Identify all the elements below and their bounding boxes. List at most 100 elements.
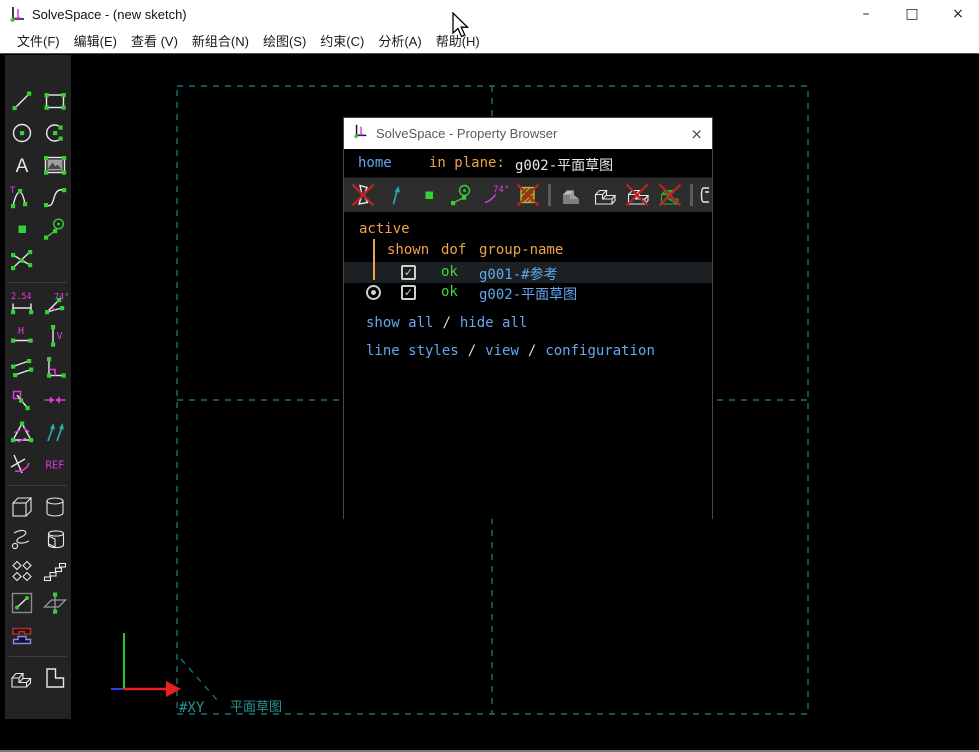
parallel-normals-constraint-icon[interactable] <box>38 416 71 448</box>
construction-entities-icon[interactable] <box>449 182 475 208</box>
point-on-line-constraint-icon[interactable] <box>5 384 38 416</box>
translate-copy-group-icon[interactable] <box>38 555 71 587</box>
mouse-cursor-icon <box>451 12 471 45</box>
constraints-dims-icon[interactable]: 74° <box>482 182 508 208</box>
outlines-hidden-icon[interactable] <box>624 182 650 208</box>
mesh-hidden-icon[interactable] <box>657 182 683 208</box>
property-browser-title: SolveSpace - Property Browser <box>376 126 557 141</box>
view-link[interactable]: view <box>485 343 519 359</box>
text-icon[interactable]: A <box>5 149 38 181</box>
faces-hidden-icon[interactable] <box>515 182 541 208</box>
angle-dimension-icon[interactable]: 74° <box>38 288 71 320</box>
sketch-toolbar: AT 2.5474° H V REF <box>5 55 71 719</box>
menu-group[interactable]: 新组合(N) <box>185 31 256 50</box>
image-icon[interactable] <box>38 149 71 181</box>
view-options-toolbar: 74° <box>344 177 712 212</box>
revolve-group-icon[interactable] <box>38 523 71 555</box>
menu-file[interactable]: 文件(F) <box>10 31 67 50</box>
rectangle-icon[interactable] <box>38 85 71 117</box>
svg-text:REF: REF <box>45 460 64 472</box>
spline-icon[interactable] <box>38 181 71 213</box>
parallel-constraint-icon[interactable] <box>5 352 38 384</box>
points-icon[interactable] <box>416 182 442 208</box>
toolbar-divider <box>690 184 693 206</box>
horizontal-constraint-icon[interactable]: H <box>5 320 38 352</box>
menu-edit[interactable]: 编辑(E) <box>67 31 124 50</box>
rotate-copy-group-icon[interactable] <box>5 555 38 587</box>
circle-icon[interactable] <box>5 117 38 149</box>
property-browser-close-button[interactable]: × <box>690 125 703 143</box>
helix-group-icon[interactable] <box>5 523 38 555</box>
svg-text:V: V <box>56 331 62 342</box>
union-solid-group-icon[interactable] <box>5 662 38 694</box>
distance-dimension-icon[interactable]: 2.54 <box>5 288 38 320</box>
wireframes-hidden-icon[interactable] <box>350 182 376 208</box>
vertical-constraint-icon[interactable]: V <box>38 320 71 352</box>
group-link-g002[interactable]: g002-平面草图 <box>479 284 577 304</box>
tangent-constraint-icon[interactable] <box>5 448 38 480</box>
toolbar-group: 2.5474° H V REF <box>5 288 71 480</box>
normals-icon[interactable] <box>383 182 409 208</box>
show-all-link[interactable]: show all <box>366 315 433 331</box>
menu-constrain[interactable]: 约束(C) <box>313 31 371 50</box>
workplane-label-sketch-plane[interactable]: 平面草图 <box>230 700 282 715</box>
close-button[interactable]: × <box>938 0 978 28</box>
toolbar-group: AT <box>5 85 71 277</box>
toolbar-group <box>5 491 71 651</box>
symmetric-constraint-icon[interactable] <box>38 384 71 416</box>
dof-status: ok <box>441 264 458 280</box>
sketch-shape-group-icon[interactable] <box>38 662 71 694</box>
lathe-group-icon[interactable] <box>38 491 71 523</box>
svg-text:A: A <box>15 156 28 177</box>
extrude-group-icon[interactable] <box>5 491 38 523</box>
shown-checkbox-g001[interactable] <box>401 265 416 280</box>
svg-text:74°: 74° <box>493 185 508 195</box>
toolbar-separator <box>9 485 67 486</box>
menu-sketch[interactable]: 绘图(S) <box>256 31 313 50</box>
maximize-button[interactable]: □ <box>892 0 932 28</box>
shaded-icon[interactable] <box>558 182 584 208</box>
solvespace-logo-icon <box>353 123 369 144</box>
workplane-label-xy[interactable]: #XY <box>179 700 205 716</box>
occluded-partial-icon[interactable] <box>700 182 712 208</box>
svg-text:H: H <box>18 326 24 337</box>
window-title: SolveSpace - (new sketch) <box>32 7 187 22</box>
edges-icon[interactable] <box>591 182 617 208</box>
solvespace-app-window: #XY 平面草图 SolveSpace - (new sketch) – □ ×… <box>0 0 979 752</box>
construction-icon[interactable] <box>38 213 71 245</box>
shown-checkbox-g002[interactable] <box>401 285 416 300</box>
line-styles-link[interactable]: line styles <box>366 343 459 359</box>
active-column-header: active <box>359 221 410 237</box>
reference-dimension-icon[interactable]: REF <box>38 448 71 480</box>
shown-column-header: shown <box>387 242 429 258</box>
equal-constraint-icon[interactable] <box>5 416 38 448</box>
datum-point-icon[interactable] <box>5 213 38 245</box>
bezier-spline-icon[interactable]: T <box>5 181 38 213</box>
group-list: active shown dof group-name ok g001-#参考 … <box>344 212 712 519</box>
home-link[interactable]: home <box>358 155 392 171</box>
minimize-button[interactable]: – <box>846 0 886 28</box>
settings-links: line styles / view / configuration <box>366 343 655 359</box>
workplane-group-icon[interactable] <box>38 587 71 619</box>
active-radio-g002[interactable] <box>366 285 381 300</box>
property-browser-window: SolveSpace - Property Browser × home in … <box>343 117 713 519</box>
perpendicular-constraint-icon[interactable] <box>38 352 71 384</box>
menu-analyze[interactable]: 分析(A) <box>371 31 428 50</box>
svg-text:T: T <box>10 186 16 196</box>
active-plane-name[interactable]: g002-平面草图 <box>515 155 613 175</box>
boolean-difference-group-icon[interactable] <box>5 619 38 651</box>
link-separator: / <box>468 343 476 359</box>
show-hide-links: show all/hide all <box>366 315 527 331</box>
property-browser-titlebar[interactable]: SolveSpace - Property Browser × <box>344 118 712 149</box>
arc-icon[interactable] <box>38 117 71 149</box>
menu-view[interactable]: 查看 (V) <box>124 31 185 50</box>
sketch-in-plane-group-icon[interactable] <box>5 587 38 619</box>
split-curves-icon[interactable] <box>5 245 38 277</box>
hide-all-link[interactable]: hide all <box>460 315 527 331</box>
line-segment-icon[interactable] <box>5 85 38 117</box>
configuration-link[interactable]: configuration <box>545 343 655 359</box>
origin-axes <box>111 633 181 697</box>
toolbar-separator <box>9 282 67 283</box>
link-separator: / <box>528 343 536 359</box>
group-link-g001[interactable]: g001-#参考 <box>479 264 558 284</box>
